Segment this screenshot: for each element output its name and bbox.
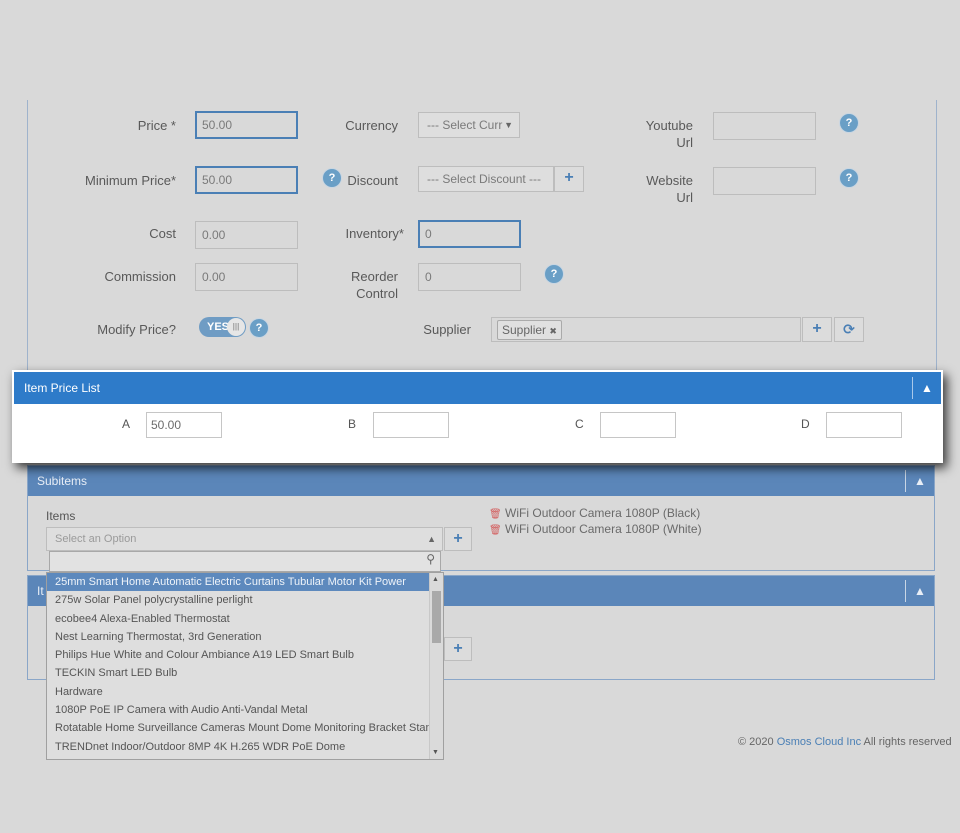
supplier-tag[interactable]: Supplier ✖ xyxy=(497,320,562,340)
remove-tag-icon[interactable]: ✖ xyxy=(549,326,557,336)
dropdown-scrollbar[interactable]: ▲ ▼ xyxy=(429,573,443,759)
dropdown-option[interactable]: Hardware xyxy=(47,683,430,701)
footer-suffix: All rights reserved xyxy=(861,736,952,748)
price-b-label: B xyxy=(348,417,357,431)
minimum-price-label: Minimum Price* xyxy=(84,173,176,188)
items-select[interactable]: Select an Option ▲ xyxy=(46,527,443,551)
collapse-chevron-icon[interactable]: ▲ xyxy=(905,580,934,602)
currency-select[interactable]: --- Select Curr ▼ xyxy=(418,112,520,138)
toggle-knob: ||| xyxy=(227,318,245,336)
cost-input[interactable]: 0.00 xyxy=(195,221,298,249)
footer: © 2020 Osmos Cloud Inc All rights reserv… xyxy=(738,736,952,748)
youtube-label-line2: Url xyxy=(676,135,693,150)
price-input[interactable]: 50.00 xyxy=(195,111,298,139)
youtube-url-label: Youtube Url xyxy=(630,117,693,151)
discount-select[interactable]: --- Select Discount --- xyxy=(418,166,554,192)
items-label: Items xyxy=(46,509,76,523)
items-select-placeholder: Select an Option xyxy=(55,533,137,545)
modify-price-label: Modify Price? xyxy=(97,322,176,337)
dropdown-option[interactable]: 275w Solar Panel polycrystalline perligh… xyxy=(47,591,430,609)
footer-prefix: © 2020 xyxy=(738,736,777,748)
selected-subitem: 🗑 WiFi Outdoor Camera 1080P (White) xyxy=(489,522,702,536)
subitems-header[interactable]: Subitems ▲ xyxy=(28,466,934,496)
cost-label: Cost xyxy=(149,226,176,241)
commission-label: Commission xyxy=(104,269,176,284)
discount-label: Discount xyxy=(347,173,398,188)
currency-placeholder: --- Select Curr xyxy=(427,118,503,132)
supplier-tag-label: Supplier xyxy=(502,323,547,337)
price-a-label: A xyxy=(122,417,131,431)
dropdown-option[interactable]: TRENDnet Indoor/Outdoor 8MP 4K H.265 WDR… xyxy=(47,738,430,756)
add-discount-button[interactable]: + xyxy=(554,166,584,192)
inventory-input[interactable]: 0 xyxy=(418,220,521,248)
dropdown-option[interactable]: TECKIN Smart LED Bulb xyxy=(47,664,430,682)
toggle-label: YES xyxy=(207,321,230,333)
chevron-up-icon: ▲ xyxy=(427,534,436,544)
price-b-input[interactable] xyxy=(373,412,449,438)
price-d-label: D xyxy=(801,417,810,431)
search-icon: ⚲ xyxy=(426,552,435,566)
chevron-down-icon: ▼ xyxy=(504,120,513,130)
dropdown-option[interactable]: 25mm Smart Home Automatic Electric Curta… xyxy=(47,573,430,592)
website-label-line1: Website xyxy=(646,173,693,188)
youtube-url-input[interactable] xyxy=(713,112,816,140)
youtube-label-line1: Youtube xyxy=(645,118,693,133)
company-link[interactable]: Osmos Cloud Inc xyxy=(777,736,861,748)
dropdown-option[interactable]: Nest Learning Thermostat, 3rd Generation xyxy=(47,628,430,646)
item-price-list-panel: Item Price List ▲ A 50.00 B C D xyxy=(12,370,943,463)
add-supplier-button[interactable]: + xyxy=(802,317,832,342)
scroll-down-icon[interactable]: ▼ xyxy=(432,749,439,756)
modify-price-toggle[interactable]: YES ||| xyxy=(199,317,246,337)
price-a-input[interactable]: 50.00 xyxy=(146,412,222,438)
reorder-help-icon[interactable]: ? xyxy=(544,264,564,284)
supplier-label: Supplier xyxy=(423,322,471,337)
items-dropdown-list: 25mm Smart Home Automatic Electric Curta… xyxy=(46,572,444,760)
website-url-label: Website Url xyxy=(630,172,693,206)
item-price-list-title: Item Price List xyxy=(24,381,101,395)
website-help-icon[interactable]: ? xyxy=(839,168,859,188)
selected-subitem: 🗑 WiFi Outdoor Camera 1080P (Black) xyxy=(489,506,700,520)
price-d-input[interactable] xyxy=(826,412,902,438)
collapse-chevron-icon[interactable]: ▲ xyxy=(912,377,941,399)
reorder-control-input[interactable]: 0 xyxy=(418,263,521,291)
refresh-icon[interactable]: ⟳ xyxy=(834,317,864,342)
dropdown-option[interactable]: 1080P PoE IP Camera with Audio Anti-Vand… xyxy=(47,701,430,719)
subitems-title: Subitems xyxy=(37,474,88,488)
commission-input[interactable]: 0.00 xyxy=(195,263,298,291)
website-url-input[interactable] xyxy=(713,167,816,195)
item-price-list-header[interactable]: Item Price List ▲ xyxy=(14,372,941,404)
dropdown-search-input[interactable]: ⚲ xyxy=(49,551,441,572)
price-c-input[interactable] xyxy=(600,412,676,438)
reorder-label-line2: Control xyxy=(356,286,398,301)
currency-label: Currency xyxy=(345,118,398,133)
minimum-price-input[interactable]: 50.00 xyxy=(195,166,298,194)
add-button[interactable]: + xyxy=(444,637,472,661)
reorder-label-line1: Reorder xyxy=(351,269,398,284)
discount-placeholder: --- Select Discount --- xyxy=(427,172,542,186)
youtube-help-icon[interactable]: ? xyxy=(839,113,859,133)
price-label: Price * xyxy=(137,118,176,133)
dropdown-option[interactable]: Philips Hue White and Colour Ambiance A1… xyxy=(47,646,430,664)
scrollbar-thumb[interactable] xyxy=(432,591,441,643)
selected-subitem-label: WiFi Outdoor Camera 1080P (Black) xyxy=(505,506,701,520)
dropdown-option[interactable]: ecobee4 Alexa-Enabled Thermostat xyxy=(47,610,430,628)
website-label-line2: Url xyxy=(676,190,693,205)
scroll-up-icon[interactable]: ▲ xyxy=(432,576,439,583)
third-panel-title: It xyxy=(37,584,44,598)
trash-icon[interactable]: 🗑 xyxy=(489,509,502,520)
modify-price-help-icon[interactable]: ? xyxy=(249,318,269,338)
inventory-label: Inventory* xyxy=(345,226,404,241)
dropdown-option[interactable]: Rotatable Home Surveillance Cameras Moun… xyxy=(47,719,430,737)
reorder-control-label: Reorder Control xyxy=(330,268,398,302)
collapse-chevron-icon[interactable]: ▲ xyxy=(905,470,934,492)
price-c-label: C xyxy=(575,417,584,431)
selected-subitem-label: WiFi Outdoor Camera 1080P (White) xyxy=(505,522,702,536)
add-subitem-button[interactable]: + xyxy=(444,527,472,551)
trash-icon[interactable]: 🗑 xyxy=(489,525,502,536)
